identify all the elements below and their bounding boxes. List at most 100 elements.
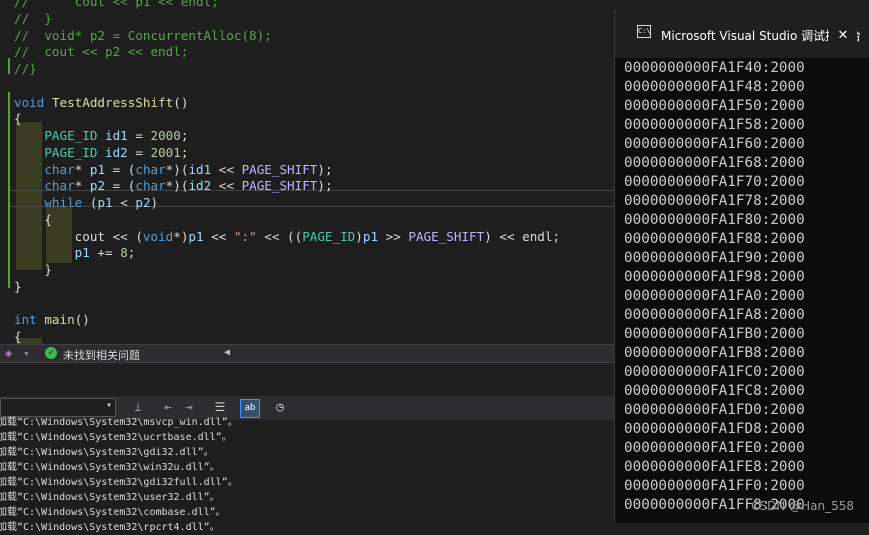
console-line: 0000000000FA1F40:2000 <box>624 60 805 76</box>
code-line: PAGE_ID id2 = 2001; <box>14 144 188 161</box>
code-token: char <box>135 178 166 194</box>
code-token: *)( <box>165 178 189 194</box>
code-token: } <box>14 262 52 277</box>
code-token: () <box>173 94 189 110</box>
code-token: p2 <box>135 195 151 210</box>
editor-status-bar: ◈ ▾ ✓ 未找到相关问题 ◀ <box>0 344 614 363</box>
scroll-left-icon[interactable]: ◀ <box>224 347 230 358</box>
code-token: // } <box>14 10 52 26</box>
code-token: << <box>211 161 242 177</box>
code-line: //} <box>14 60 37 77</box>
code-token: { <box>14 329 22 344</box>
code-token: ); <box>317 178 333 194</box>
code-token: = <box>127 144 151 160</box>
code-token: ) <box>355 228 363 244</box>
code-token: * <box>74 178 90 194</box>
next-message-icon[interactable]: ⇥ <box>180 399 198 416</box>
code-line: { <box>14 110 22 127</box>
intellicode-icon[interactable]: ◈ <box>5 346 12 360</box>
code-token: *)( <box>165 161 189 177</box>
output-line: 已加载“C:\Windows\System32\gdi32full.dll”。 <box>0 477 238 488</box>
console-line: 0000000000FA1F88:2000 <box>624 231 805 247</box>
code-token: ); <box>317 161 333 177</box>
code-token: p1 <box>74 245 90 261</box>
console-line: 0000000000FA1F68:2000 <box>624 155 805 171</box>
code-line: // void* p2 = ConcurrentAlloc(8); <box>14 27 272 44</box>
code-token: { <box>14 111 22 127</box>
output-line: 已加载“C:\Windows\System32\combase.dll”。 <box>0 507 226 518</box>
code-token: p2 <box>89 178 106 194</box>
code-token: < <box>112 195 136 210</box>
code-token: PAGE_ID <box>44 128 98 143</box>
console-line: 0000000000FA1FB8:2000 <box>624 345 805 361</box>
code-token: void <box>14 94 45 110</box>
code-line: { <box>14 328 22 344</box>
code-token: << <box>203 228 234 244</box>
console-line: 0000000000FA1F98:2000 <box>624 269 805 285</box>
code-line: char* p1 = (char*)(id1 << PAGE_SHIFT); <box>14 161 333 178</box>
console-line: 0000000000FA1FF0:2000 <box>624 478 805 494</box>
previous-message-icon[interactable]: ⇤ <box>159 399 177 416</box>
code-line: p1 += 8; <box>14 244 136 261</box>
code-token: char <box>44 161 75 177</box>
watermark: CSDN @Han_558 <box>751 499 854 513</box>
console-line: 0000000000FA1FD0:2000 <box>624 402 805 418</box>
code-token: // cout << p1 << endl; <box>14 0 219 9</box>
change-marker <box>8 58 10 74</box>
console-line: 0000000000FA1F90:2000 <box>624 250 805 266</box>
console-line: 0000000000FA1F48:2000 <box>624 79 805 95</box>
code-line: cout << (void*)p1 << ":" << ((PAGE_ID)p1… <box>14 228 560 245</box>
console-line: 0000000000FA1F78:2000 <box>624 193 805 209</box>
code-line: // cout << p1 << endl; <box>14 0 219 10</box>
editor-gutter <box>0 0 7 344</box>
find-message-icon[interactable]: ⊥ <box>129 399 147 416</box>
output-line: 已加载“C:\Windows\System32\win32u.dll”。 <box>0 462 220 473</box>
code-line: int main() <box>14 311 90 328</box>
close-icon[interactable]: ✕ <box>829 21 857 47</box>
debug-console-window[interactable]: C:\ Microsoft Visual Studio 调试控制台 ✕ 0000… <box>614 10 869 523</box>
code-line: { <box>14 211 52 228</box>
console-title-bar[interactable]: C:\ Microsoft Visual Studio 调试控制台 ✕ <box>615 10 869 58</box>
code-token: cout << ( <box>14 228 143 244</box>
code-token: PAGE_ID <box>44 144 98 160</box>
code-token: id2 <box>188 178 212 194</box>
code-line: PAGE_ID id1 = 2000; <box>14 127 188 144</box>
console-line: 0000000000FA1F70:2000 <box>624 174 805 190</box>
code-line: void TestAddressShift() <box>14 94 188 111</box>
code-token: while <box>44 195 83 210</box>
code-token: += <box>89 245 121 261</box>
code-line: char* p2 = (char*)(id2 << PAGE_SHIFT); <box>14 177 333 194</box>
console-line: 0000000000FA1FB0:2000 <box>624 326 805 342</box>
code-editor[interactable]: // cout << p1 << endl;// }// void* p2 = … <box>0 0 614 344</box>
code-token: ; <box>127 245 136 261</box>
chevron-down-icon: ▾ <box>105 400 112 411</box>
code-token: void <box>142 228 174 244</box>
console-line: 0000000000FA1FA0:2000 <box>624 288 805 304</box>
code-token: TestAddressShift <box>51 94 174 110</box>
console-line: 0000000000FA1F58:2000 <box>624 117 805 133</box>
console-line: 0000000000FA1FA8:2000 <box>624 307 805 323</box>
code-line: while (p1 < p2) <box>14 194 158 211</box>
code-token: << (( <box>256 228 303 244</box>
code-token: ( <box>82 195 98 210</box>
code-line: } <box>14 261 52 278</box>
code-line: // } <box>14 10 52 27</box>
code-token: id2 <box>105 144 128 160</box>
code-line: // cout << p2 << endl; <box>14 43 188 60</box>
code-token: p1 <box>97 195 113 210</box>
output-panel: ▾ ⊥ ⇤ ⇥ ☰ ab ◷ 已加载“C:\Windows\System32\m… <box>0 362 614 533</box>
word-wrap-icon[interactable]: ab <box>240 399 260 418</box>
code-token: PAGE_SHIFT <box>241 161 318 177</box>
issues-status-text[interactable]: 未找到相关问题 <box>63 347 140 363</box>
clear-all-icon[interactable]: ☰ <box>211 399 229 416</box>
console-line: 0000000000FA1F50:2000 <box>624 98 805 114</box>
console-app-icon: C:\ <box>637 25 651 38</box>
code-token: } <box>14 278 22 294</box>
code-token: = <box>127 128 151 143</box>
clock-icon[interactable]: ◷ <box>271 399 289 416</box>
console-line: 0000000000FA1FE8:2000 <box>624 459 805 475</box>
